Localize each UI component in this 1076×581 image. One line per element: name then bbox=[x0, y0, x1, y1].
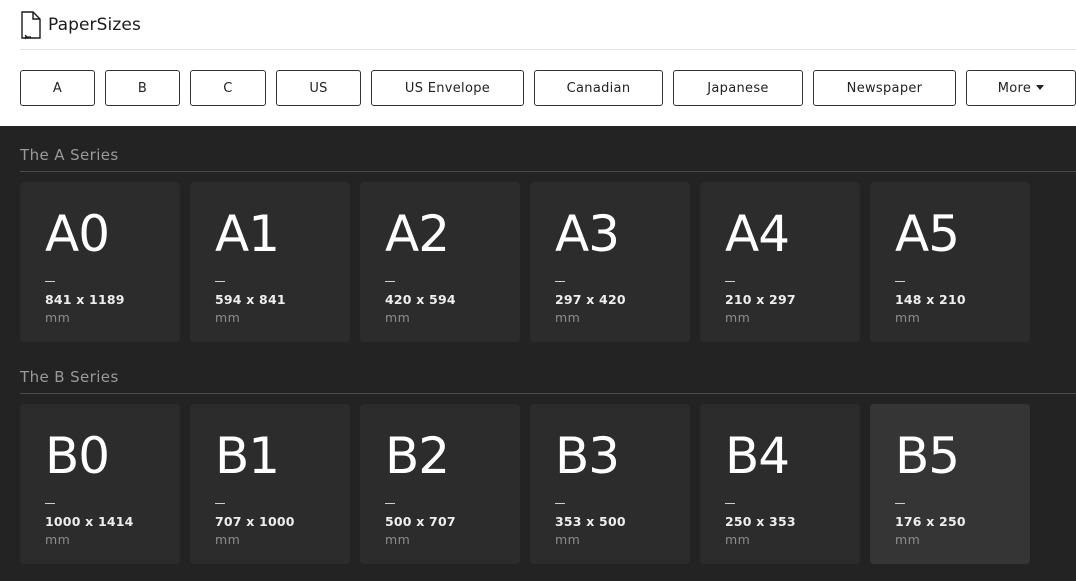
card-dash bbox=[385, 503, 395, 504]
site-header: PaperSizes A B C US US Envelope Canadian Japan… bbox=[0, 0, 1076, 126]
paper-unit: mm bbox=[725, 532, 751, 547]
paper-card-a4[interactable]: A4 210 x 297 mm bbox=[700, 182, 860, 342]
paper-name: A1 bbox=[215, 205, 280, 263]
card-dash bbox=[385, 281, 395, 282]
nav-button-a[interactable]: A bbox=[20, 70, 95, 106]
header-divider bbox=[20, 49, 1076, 50]
nav-button-label: A bbox=[52, 80, 63, 96]
section-divider bbox=[20, 393, 1076, 394]
nav-button-b[interactable]: B bbox=[105, 70, 180, 106]
section-divider bbox=[20, 171, 1076, 172]
nav-button-label: Japanese bbox=[707, 80, 769, 96]
card-dash bbox=[45, 503, 55, 504]
paper-card-a0[interactable]: A0 841 x 1189 mm bbox=[20, 182, 180, 342]
paper-unit: mm bbox=[215, 532, 241, 547]
nav-button-c[interactable]: C bbox=[190, 70, 266, 106]
card-dash bbox=[555, 281, 565, 282]
paper-dimensions: 594 x 841 bbox=[215, 292, 286, 307]
paper-unit: mm bbox=[385, 310, 411, 325]
logo[interactable]: PaperSizes bbox=[20, 10, 141, 40]
card-dash bbox=[215, 503, 225, 504]
paper-unit: mm bbox=[895, 310, 921, 325]
nav-button-newspaper[interactable]: Newspaper bbox=[813, 70, 956, 106]
paper-name: B4 bbox=[725, 427, 790, 485]
card-dash bbox=[725, 503, 735, 504]
nav-button-canadian[interactable]: Canadian bbox=[534, 70, 663, 106]
logo-text: PaperSizes bbox=[48, 15, 141, 35]
paper-card-b5[interactable]: B5 176 x 250 mm bbox=[870, 404, 1030, 564]
paper-unit: mm bbox=[385, 532, 411, 547]
paper-unit: mm bbox=[725, 310, 751, 325]
paper-card-b1[interactable]: B1 707 x 1000 mm bbox=[190, 404, 350, 564]
paper-card-a2[interactable]: A2 420 x 594 mm bbox=[360, 182, 520, 342]
nav-button-us-envelope[interactable]: US Envelope bbox=[371, 70, 524, 106]
paper-name: A4 bbox=[725, 205, 790, 263]
nav-button-label: More bbox=[997, 80, 1032, 96]
paper-dimensions: 210 x 297 bbox=[725, 292, 796, 307]
nav-button-label: Newspaper bbox=[846, 80, 923, 96]
caret-down-icon bbox=[1036, 84, 1045, 90]
paper-unit: mm bbox=[555, 310, 581, 325]
paper-name: A5 bbox=[895, 205, 960, 263]
paper-card-a3[interactable]: A3 297 x 420 mm bbox=[530, 182, 690, 342]
paper-dimensions: 176 x 250 bbox=[895, 514, 966, 529]
paper-name: B1 bbox=[215, 427, 280, 485]
paper-name: B5 bbox=[895, 427, 960, 485]
paper-card-b2[interactable]: B2 500 x 707 mm bbox=[360, 404, 520, 564]
nav-button-more[interactable]: More bbox=[966, 70, 1076, 106]
card-dash bbox=[725, 281, 735, 282]
paper-card-b4[interactable]: B4 250 x 353 mm bbox=[700, 404, 860, 564]
paper-name: B2 bbox=[385, 427, 450, 485]
paper-card-a5[interactable]: A5 148 x 210 mm bbox=[870, 182, 1030, 342]
nav-button-label: US bbox=[309, 80, 328, 96]
paper-unit: mm bbox=[45, 310, 71, 325]
paper-card-b3[interactable]: B3 353 x 500 mm bbox=[530, 404, 690, 564]
paper-dimensions: 353 x 500 bbox=[555, 514, 626, 529]
paper-name: B0 bbox=[45, 427, 110, 485]
nav-button-label: Canadian bbox=[566, 80, 631, 96]
paper-unit: mm bbox=[555, 532, 581, 547]
paper-unit: mm bbox=[895, 532, 921, 547]
paper-dimensions: 148 x 210 bbox=[895, 292, 966, 307]
paper-name: A2 bbox=[385, 205, 450, 263]
paper-dimensions: 297 x 420 bbox=[555, 292, 626, 307]
paper-unit: mm bbox=[45, 532, 71, 547]
paper-name: B3 bbox=[555, 427, 620, 485]
document-icon bbox=[20, 10, 42, 40]
nav-button-label: US Envelope bbox=[404, 80, 491, 96]
section-title: The A Series bbox=[20, 146, 119, 164]
paper-name: A3 bbox=[555, 205, 620, 263]
card-dash bbox=[895, 503, 905, 504]
paper-dimensions: 707 x 1000 bbox=[215, 514, 295, 529]
paper-dimensions: 841 x 1189 bbox=[45, 292, 125, 307]
paper-card-a1[interactable]: A1 594 x 841 mm bbox=[190, 182, 350, 342]
section-title: The B Series bbox=[20, 368, 119, 386]
paper-unit: mm bbox=[215, 310, 241, 325]
card-dash bbox=[215, 281, 225, 282]
nav-button-label: B bbox=[137, 80, 148, 96]
paper-dimensions: 250 x 353 bbox=[725, 514, 796, 529]
card-dash bbox=[895, 281, 905, 282]
paper-dimensions: 420 x 594 bbox=[385, 292, 456, 307]
paper-dimensions: 500 x 707 bbox=[385, 514, 456, 529]
paper-name: A0 bbox=[45, 205, 110, 263]
card-dash bbox=[555, 503, 565, 504]
paper-dimensions: 1000 x 1414 bbox=[45, 514, 134, 529]
card-dash bbox=[45, 281, 55, 282]
nav-button-us[interactable]: US bbox=[276, 70, 361, 106]
paper-card-b0[interactable]: B0 1000 x 1414 mm bbox=[20, 404, 180, 564]
nav-button-japanese[interactable]: Japanese bbox=[673, 70, 803, 106]
nav-button-label: C bbox=[223, 80, 233, 96]
